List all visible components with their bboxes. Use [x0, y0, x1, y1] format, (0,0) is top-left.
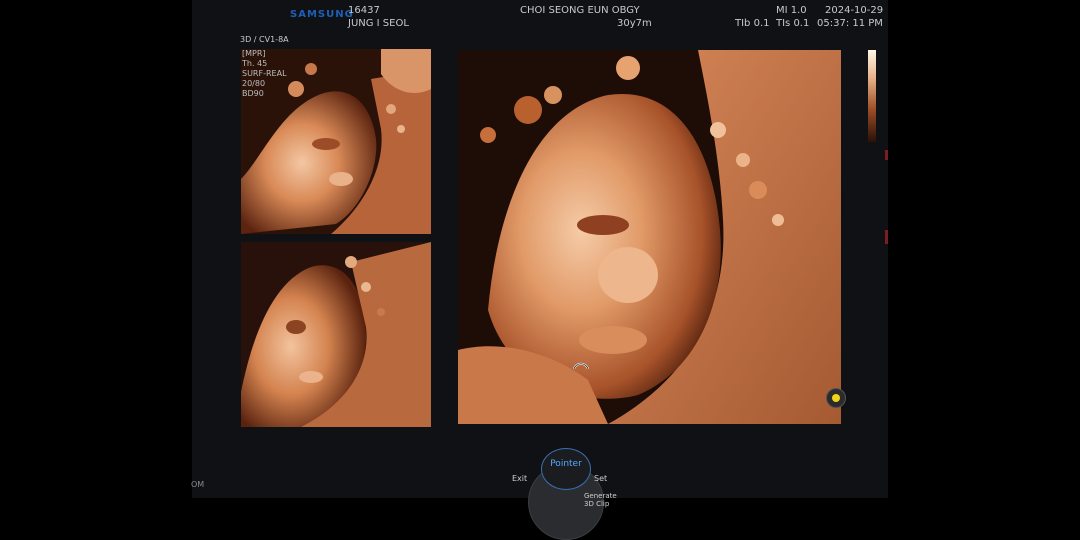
generate-clip-button[interactable]: Generate 3D Clip — [584, 492, 620, 508]
mi-value: MI 1.0 — [776, 5, 807, 16]
probe-label: 3D / CV1-8A — [240, 35, 289, 44]
institution-name: CHOI SEONG EUN OBGY — [520, 5, 640, 16]
exam-date: 2024-10-29 — [825, 5, 884, 16]
param-mode: [MPR] — [242, 49, 266, 58]
pointer-button[interactable]: Pointer — [541, 448, 591, 490]
exam-time: 05:37: 11 PM — [817, 18, 883, 29]
patient-name: JUNG I SEOL — [348, 18, 409, 29]
param-bd: BD90 — [242, 89, 264, 98]
render-view-main[interactable] — [458, 50, 841, 424]
set-button[interactable]: Set — [594, 474, 607, 483]
edge-marker-2 — [885, 230, 888, 244]
tib-value: TIb 0.1 — [735, 18, 770, 29]
mode-label: OM — [191, 480, 205, 489]
fetal-face-render-main — [458, 50, 841, 424]
tis-value: TIs 0.1 — [776, 18, 810, 29]
light-source-indicator[interactable] — [826, 388, 846, 408]
param-render: SURF-REAL — [242, 69, 287, 78]
edge-marker-1 — [885, 150, 888, 160]
param-thickness: Th. 45 — [242, 59, 268, 68]
brand-logo: SAMSUNG — [290, 9, 354, 20]
patient-id: 16437 — [348, 5, 380, 16]
trackball-control[interactable]: Pointer Exit Set Generate 3D Clip — [510, 446, 620, 540]
fetal-face-render-2 — [241, 242, 431, 427]
letterbox-right — [888, 0, 1080, 498]
pointer-cursor-icon[interactable] — [573, 360, 589, 372]
letterbox-left — [0, 0, 192, 498]
grayscale-bar — [868, 50, 876, 142]
acquisition-parameters: [MPR] Th. 45 SURF-REAL 20/80 BD90 — [242, 49, 287, 99]
gestational-age: 30y7m — [617, 18, 652, 29]
exit-button[interactable]: Exit — [512, 474, 527, 483]
param-ratio: 20/80 — [242, 79, 266, 88]
pointer-label: Pointer — [550, 459, 582, 469]
render-view-bottom-left[interactable] — [241, 242, 431, 427]
